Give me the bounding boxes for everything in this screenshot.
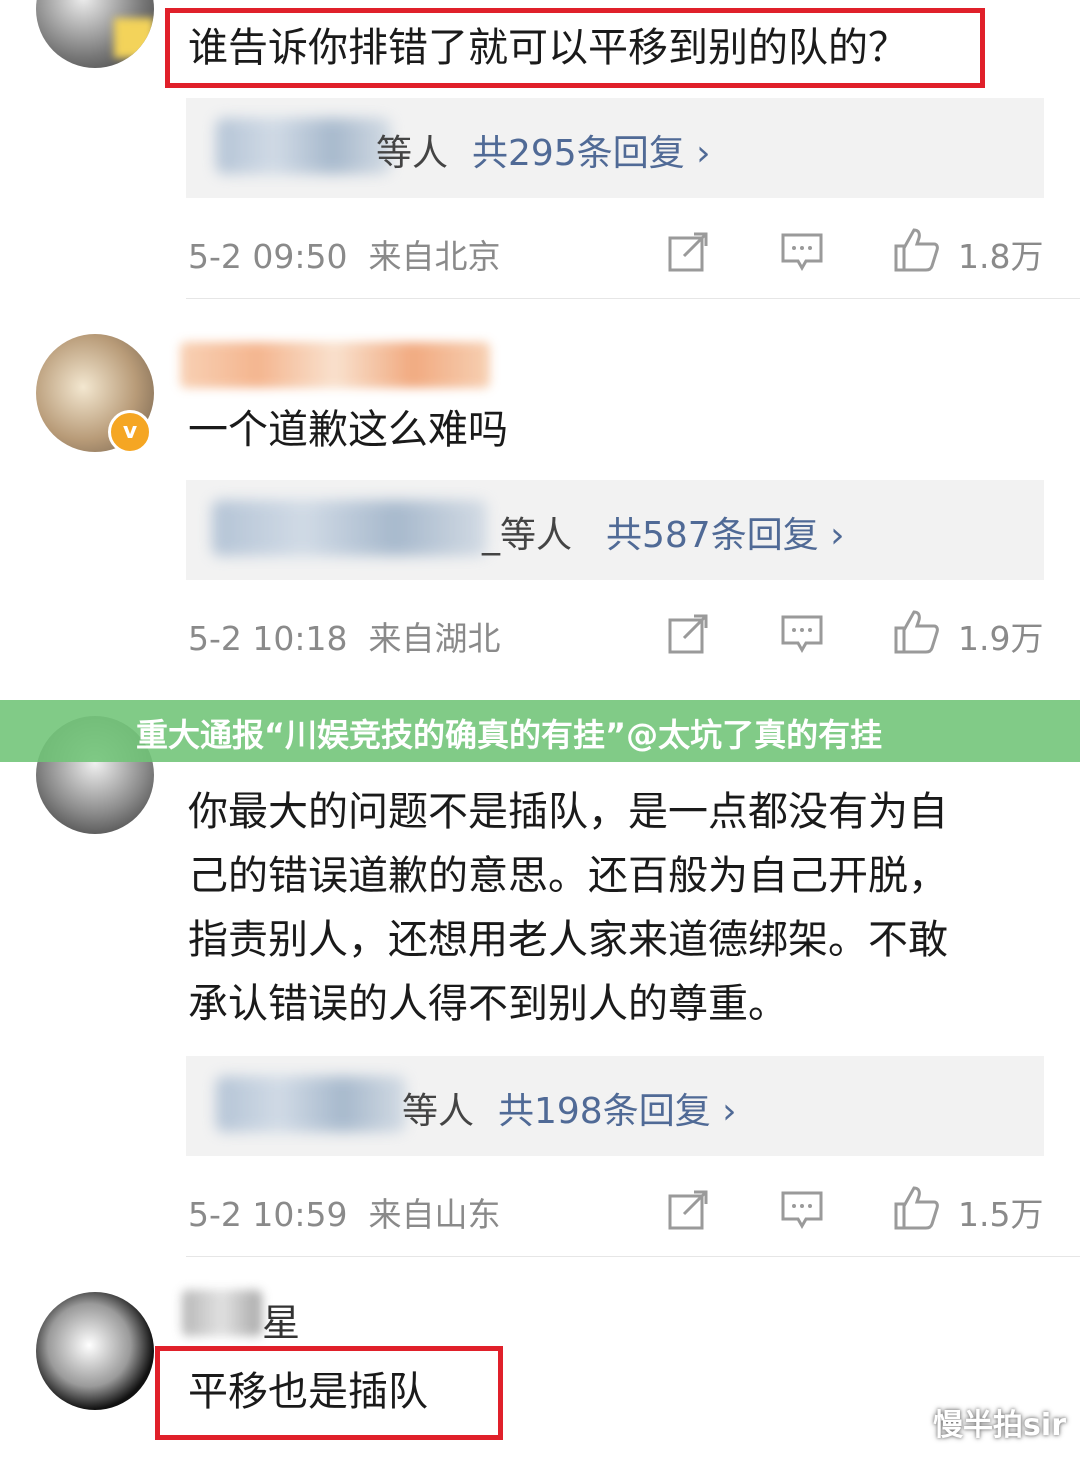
- comment-meta: 5-2 10:59 来自山东: [188, 1188, 500, 1236]
- comment-text: 平移也是插队: [188, 1369, 428, 1415]
- like-count: 1.5万: [958, 1195, 1044, 1234]
- blurred-reply-names: [216, 1076, 406, 1132]
- like-icon[interactable]: [892, 226, 940, 274]
- headline-banner: 重大通报“川娱竞技的确真的有挂”@太坑了真的有挂: [0, 700, 1080, 762]
- comment-icon[interactable]: [780, 612, 824, 656]
- comment-line: 你最大的问题不是插队，是一点都没有为自: [188, 789, 948, 835]
- like-count: 1.9万: [958, 619, 1044, 658]
- reply-summary[interactable]: _等人 共587条回复 ›: [186, 480, 1044, 580]
- reply-count-link[interactable]: 共587条回复 ›: [606, 506, 845, 558]
- comment-icon[interactable]: [780, 230, 824, 274]
- comment-line: 己的错误道歉的意思。还百般为自己开脱，: [188, 853, 948, 899]
- banner-text: 重大通报“川娱竞技的确真的有挂”@太坑了真的有挂: [136, 716, 883, 754]
- blurred-username: [182, 1290, 262, 1336]
- comment-meta: 5-2 10:18 来自湖北: [188, 612, 500, 660]
- reply-names-suffix: 等人: [402, 1091, 475, 1132]
- like-icon[interactable]: [892, 1184, 940, 1232]
- divider: [186, 1256, 1080, 1257]
- comment-text: 一个道歉这么难吗: [188, 407, 508, 453]
- divider: [186, 298, 1080, 299]
- watermark: 慢半拍sir: [933, 1408, 1066, 1443]
- comment-time: 5-2 10:59: [188, 1195, 348, 1234]
- verified-badge-icon: v: [108, 410, 152, 454]
- comment-text: 谁告诉你排错了就可以平移到别的队的？: [188, 25, 908, 71]
- comment-meta: 5-2 09:50 来自北京: [188, 230, 500, 278]
- reply-count-link[interactable]: 共295条回复 ›: [472, 124, 711, 176]
- comment-location: 来自湖北: [368, 619, 501, 658]
- comment-text-multiline: 你最大的问题不是插队，是一点都没有为自 己的错误道歉的意思。还百般为自己开脱， …: [188, 780, 948, 1036]
- avatar[interactable]: [36, 1292, 154, 1410]
- reply-summary[interactable]: 等人 共295条回复 ›: [186, 98, 1044, 198]
- comment-line: 承认错误的人得不到别人的尊重。: [188, 981, 788, 1027]
- blurred-reply-names: [212, 500, 487, 556]
- comment-time: 5-2 10:18: [188, 619, 348, 658]
- share-icon[interactable]: [666, 230, 710, 274]
- blurred-reply-names: [216, 118, 391, 174]
- like-icon[interactable]: [892, 608, 940, 656]
- avatar[interactable]: [36, 0, 154, 68]
- reply-count-link[interactable]: 共198条回复 ›: [498, 1082, 737, 1134]
- reply-summary[interactable]: 等人 共198条回复 ›: [186, 1056, 1044, 1156]
- comment-icon[interactable]: [780, 1188, 824, 1232]
- comment-line: 指责别人，还想用老人家来道德绑架。不敢: [188, 917, 948, 963]
- comment-location: 来自山东: [368, 1195, 501, 1234]
- comment-time: 5-2 09:50: [188, 237, 348, 276]
- blurred-username: [180, 342, 490, 388]
- username-tail: 星: [262, 1301, 301, 1345]
- reply-names-suffix: _等人: [482, 515, 573, 556]
- comment-location: 来自北京: [368, 237, 501, 276]
- share-icon[interactable]: [666, 612, 710, 656]
- reply-names-suffix: 等人: [376, 133, 449, 174]
- like-count: 1.8万: [958, 237, 1044, 276]
- share-icon[interactable]: [666, 1188, 710, 1232]
